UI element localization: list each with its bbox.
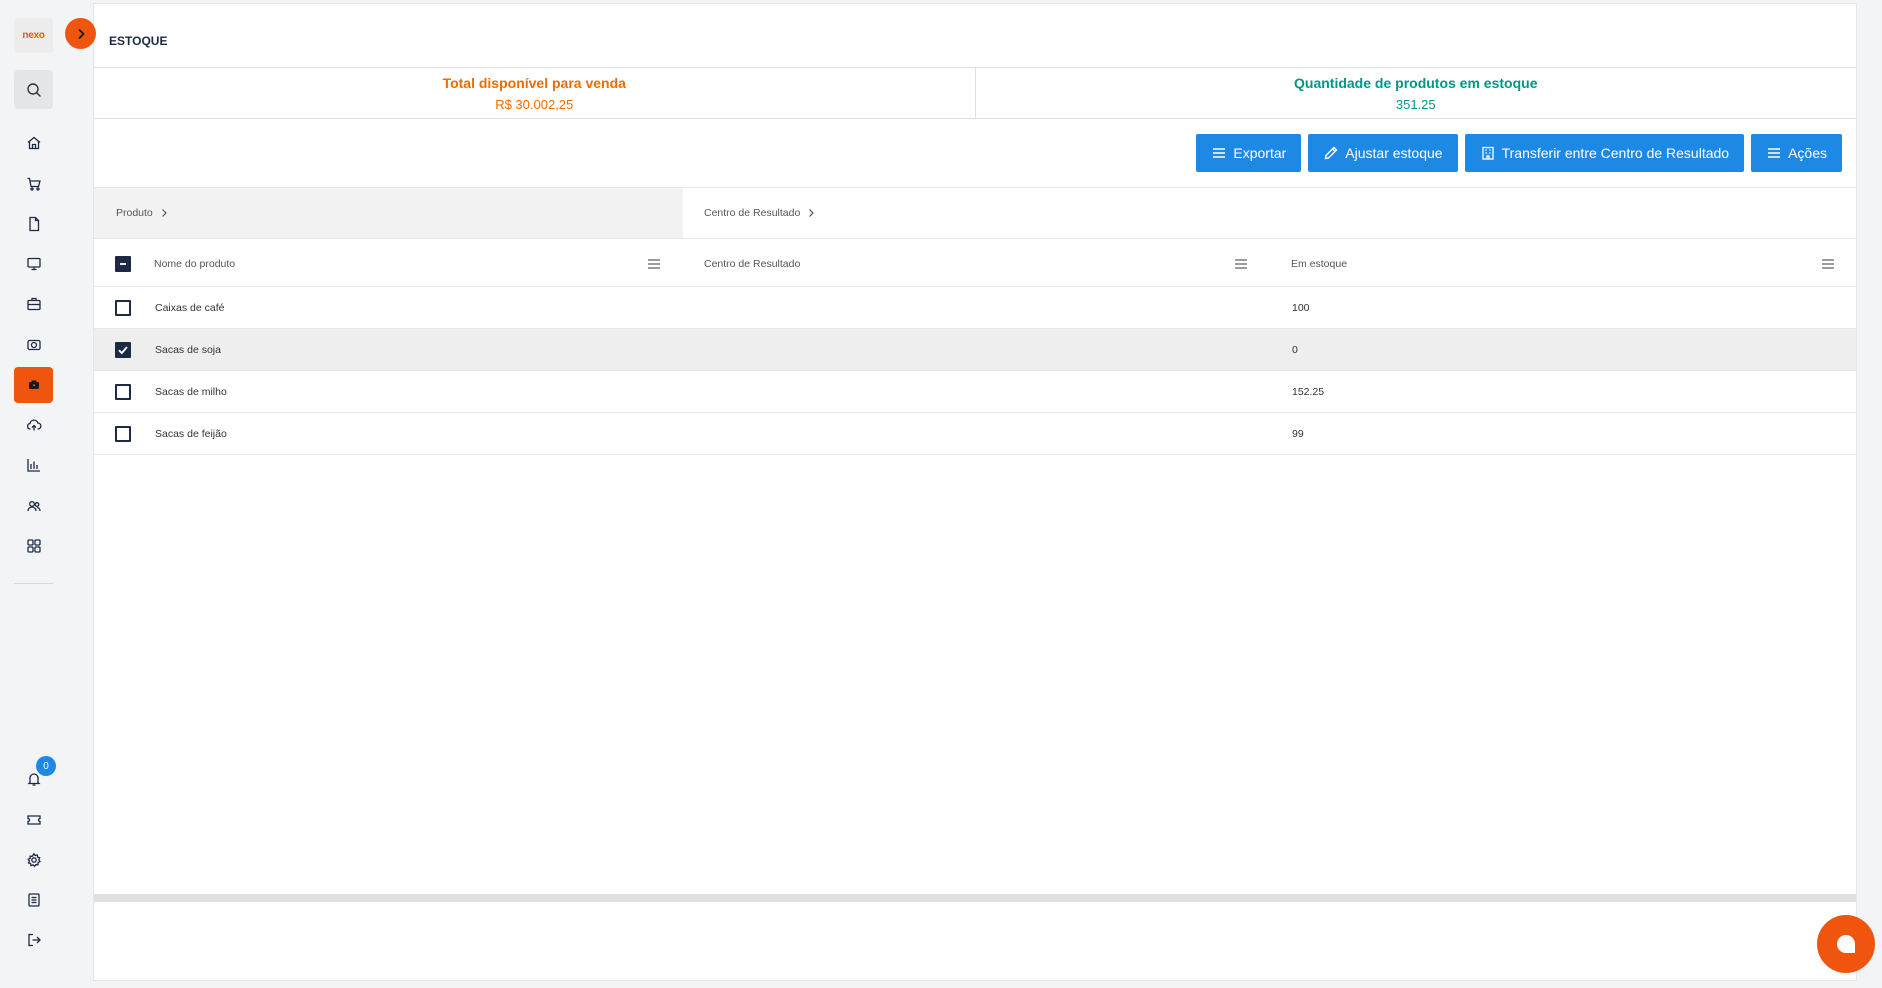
logout-icon	[27, 933, 41, 947]
summary-qty-value: 351.25	[1395, 96, 1436, 112]
table-row[interactable]: Sacas de soja 0	[94, 329, 1856, 371]
table-row[interactable]: Sacas de milho 152.25	[94, 371, 1856, 413]
group-result-center-label: Centro de Resultado	[704, 207, 801, 219]
grid-icon	[26, 539, 41, 553]
users-icon	[26, 501, 41, 512]
sidebar: nexo 0	[0, 0, 78, 988]
sidebar-item-apps[interactable]	[14, 528, 53, 564]
summary-total: Total disponível para venda R$ 30.002,25	[94, 68, 975, 118]
cell-in-stock: 100	[1292, 301, 1310, 314]
chevron-right-icon	[809, 209, 815, 217]
table-row[interactable]: Sacas de feijão 99	[94, 413, 1856, 455]
chevron-right-icon	[161, 209, 167, 217]
chevron-right-icon	[77, 28, 85, 39]
main-panel: ESTOQUE Total disponível para venda R$ 3…	[93, 3, 1857, 981]
transfer-label: Transferir entre Centro de Resultado	[1501, 145, 1730, 161]
sidebar-item-sales[interactable]	[14, 166, 53, 202]
sidebar-item-services[interactable]	[14, 286, 53, 322]
cart-icon	[27, 177, 41, 191]
stock-table: Nome do produto Centro de Resultado Em e…	[94, 241, 1856, 455]
summary-qty: Quantidade de produtos em estoque 351.25	[974, 68, 1857, 118]
ticket-icon	[26, 815, 41, 825]
actions-button[interactable]: Ações	[1751, 134, 1842, 172]
sidebar-item-upload[interactable]	[14, 407, 53, 443]
list-icon	[27, 893, 40, 907]
summary-qty-label: Quantidade de produtos em estoque	[1294, 74, 1538, 91]
gear-icon	[26, 852, 41, 868]
sidebar-item-documents[interactable]	[14, 206, 53, 242]
summary-total-label: Total disponível para venda	[442, 74, 626, 91]
inventory-icon	[28, 380, 39, 389]
app-root: nexo 0 ESTOQUE Total disponível para ven…	[0, 0, 1882, 988]
adjust-stock-button[interactable]: Ajustar estoque	[1308, 134, 1458, 172]
chat-bubble-icon	[1836, 935, 1855, 953]
menu-icon	[1213, 148, 1226, 158]
cell-product-name: Sacas de feijão	[155, 427, 227, 440]
header-product-name[interactable]: Nome do produto	[154, 241, 235, 286]
transfer-button[interactable]: Transferir entre Centro de Resultado	[1464, 134, 1745, 172]
table-header-row: Nome do produto Centro de Resultado Em e…	[94, 241, 1856, 287]
toolbar: Exportar Ajustar estoque Transferir entr…	[1196, 134, 1842, 172]
row-checkbox[interactable]	[115, 383, 131, 400]
sidebar-item-home[interactable]	[14, 125, 53, 161]
table-row[interactable]: Caixas de café 100	[94, 287, 1856, 329]
cloud-upload-icon	[26, 419, 41, 431]
grouping-bar: Produto Centro de Resultado	[94, 187, 1856, 239]
sidebar-item-pos[interactable]	[14, 246, 53, 282]
cell-product-name: Caixas de café	[155, 301, 225, 314]
adjust-stock-label: Ajustar estoque	[1345, 145, 1443, 161]
column-menu-icon[interactable]	[1821, 258, 1835, 270]
cell-product-name: Sacas de soja	[155, 343, 221, 356]
camera-icon	[26, 339, 41, 351]
group-product-label: Produto	[116, 207, 153, 219]
sidebar-item-settings[interactable]	[14, 842, 53, 878]
cell-in-stock: 0	[1292, 343, 1298, 356]
sidebar-item-tickets[interactable]	[14, 802, 53, 838]
chat-button[interactable]	[1817, 915, 1875, 973]
building-icon	[1481, 146, 1494, 160]
column-menu-icon[interactable]	[647, 258, 661, 270]
export-button[interactable]: Exportar	[1196, 134, 1302, 172]
cell-product-name: Sacas de milho	[155, 385, 227, 398]
group-product[interactable]: Produto	[94, 188, 683, 238]
horizontal-scrollbar[interactable]	[94, 894, 1856, 902]
group-result-center[interactable]: Centro de Resultado	[683, 188, 1856, 238]
sidebar-item-logout[interactable]	[14, 922, 53, 958]
sidebar-item-reports[interactable]	[14, 447, 53, 483]
notification-badge: 0	[36, 756, 56, 776]
home-icon	[27, 136, 40, 150]
pencil-icon	[1324, 146, 1338, 160]
document-icon	[28, 216, 39, 232]
search-button[interactable]	[14, 70, 53, 109]
minus-icon	[120, 262, 126, 265]
row-checkbox[interactable]	[115, 341, 131, 358]
monitor-icon	[26, 257, 41, 271]
check-icon	[118, 345, 128, 354]
header-result-center[interactable]: Centro de Resultado	[704, 241, 800, 286]
chart-icon	[26, 459, 40, 472]
cell-in-stock: 99	[1292, 427, 1304, 440]
menu-icon	[1768, 148, 1781, 158]
sidebar-divider	[14, 583, 53, 584]
sidebar-item-logs[interactable]	[14, 882, 53, 918]
sidebar-item-contacts[interactable]	[14, 488, 53, 524]
sidebar-toggle-button[interactable]	[65, 18, 96, 49]
search-icon	[26, 82, 41, 97]
column-menu-icon[interactable]	[1234, 258, 1248, 270]
sidebar-item-finance[interactable]	[14, 327, 53, 363]
actions-label: Ações	[1788, 145, 1827, 161]
select-all-checkbox[interactable]	[115, 255, 131, 272]
row-checkbox[interactable]	[115, 425, 131, 442]
export-label: Exportar	[1233, 145, 1287, 161]
header-in-stock[interactable]: Em estoque	[1291, 241, 1347, 286]
logo-text: nexo	[22, 30, 45, 41]
sidebar-item-inventory[interactable]	[14, 367, 53, 403]
cell-in-stock: 152.25	[1292, 385, 1325, 398]
summary-bar: Total disponível para venda R$ 30.002,25…	[94, 67, 1856, 119]
summary-total-value: R$ 30.002,25	[495, 96, 574, 112]
row-checkbox[interactable]	[115, 299, 131, 316]
briefcase-icon	[26, 297, 41, 311]
app-logo[interactable]: nexo	[14, 18, 53, 53]
page-title: ESTOQUE	[109, 34, 168, 48]
